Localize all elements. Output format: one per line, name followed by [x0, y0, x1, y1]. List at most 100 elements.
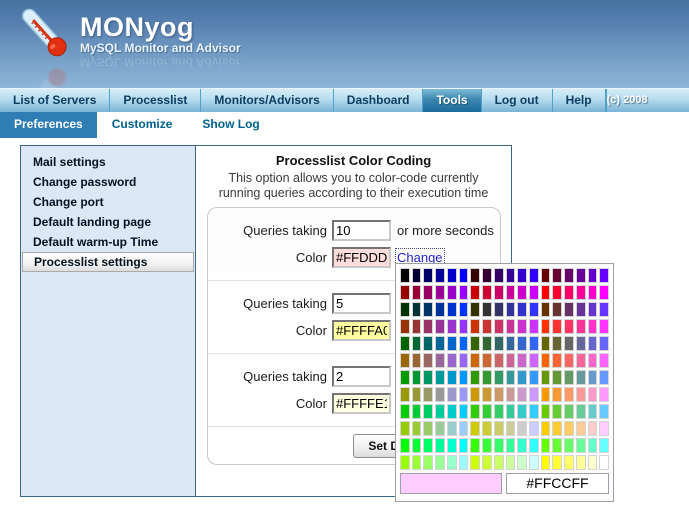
palette-swatch-336600[interactable] [470, 336, 480, 351]
palette-swatch-cc3333[interactable] [482, 319, 492, 334]
palette-swatch-cc00cc[interactable] [517, 285, 527, 300]
palette-swatch-ff6666[interactable] [564, 353, 574, 368]
palette-swatch-00ff66[interactable] [423, 438, 433, 453]
sidebar-item-mail-settings[interactable]: Mail settings [21, 152, 195, 172]
palette-swatch-99cccc[interactable] [447, 421, 457, 436]
palette-swatch-3399ff[interactable] [529, 370, 539, 385]
palette-swatch-ffcc66[interactable] [564, 421, 574, 436]
palette-swatch-66ffff[interactable] [599, 438, 609, 453]
palette-swatch-993399[interactable] [435, 319, 445, 334]
palette-swatch-ffcc00[interactable] [541, 421, 551, 436]
palette-swatch-990099[interactable] [435, 285, 445, 300]
palette-swatch-ff66ff[interactable] [599, 353, 609, 368]
nav-tab-monitors-advisors[interactable]: Monitors/Advisors [201, 89, 333, 112]
palette-swatch-ff00ff[interactable] [599, 285, 609, 300]
color-hex-input[interactable] [332, 247, 391, 268]
palette-swatch-ff33cc[interactable] [588, 319, 598, 334]
palette-swatch-cc99ff[interactable] [529, 387, 539, 402]
palette-swatch-3333cc[interactable] [517, 302, 527, 317]
palette-swatch-cc6600[interactable] [470, 353, 480, 368]
palette-swatch-9966ff[interactable] [459, 353, 469, 368]
palette-swatch-6600cc[interactable] [588, 268, 598, 283]
palette-swatch-66cc66[interactable] [564, 404, 574, 419]
palette-swatch-0000cc[interactable] [447, 268, 457, 283]
palette-swatch-999999[interactable] [435, 387, 445, 402]
palette-swatch-ffcccc[interactable] [588, 421, 598, 436]
palette-swatch-99ccff[interactable] [459, 421, 469, 436]
palette-swatch-ccff99[interactable] [506, 455, 516, 470]
palette-swatch-3366ff[interactable] [529, 336, 539, 351]
palette-swatch-0033cc[interactable] [447, 302, 457, 317]
palette-swatch-33ff33[interactable] [482, 438, 492, 453]
palette-swatch-99cc33[interactable] [412, 421, 422, 436]
nav-tab-log-out[interactable]: Log out [482, 89, 553, 112]
palette-swatch-ff66cc[interactable] [588, 353, 598, 368]
palette-swatch-003366[interactable] [423, 302, 433, 317]
palette-swatch-336666[interactable] [494, 336, 504, 351]
palette-swatch-ccff33[interactable] [482, 455, 492, 470]
palette-swatch-cc6699[interactable] [506, 353, 516, 368]
nav-tab-help[interactable]: Help [553, 89, 606, 112]
palette-swatch-00cc99[interactable] [435, 404, 445, 419]
palette-swatch-99cc66[interactable] [423, 421, 433, 436]
palette-swatch-9999ff[interactable] [459, 387, 469, 402]
palette-swatch-0033ff[interactable] [459, 302, 469, 317]
palette-swatch-330000[interactable] [470, 268, 480, 283]
sidebar-item-change-password[interactable]: Change password [21, 172, 195, 192]
palette-swatch-6699ff[interactable] [599, 370, 609, 385]
palette-swatch-00ff00[interactable] [400, 438, 410, 453]
palette-swatch-cc9999[interactable] [506, 387, 516, 402]
palette-swatch-66cc99[interactable] [576, 404, 586, 419]
palette-swatch-6600ff[interactable] [599, 268, 609, 283]
palette-swatch-ffff00[interactable] [541, 455, 551, 470]
palette-swatch-333399[interactable] [506, 302, 516, 317]
sidebar-item-processlist-settings[interactable]: Processlist settings [22, 252, 194, 272]
palette-swatch-006666[interactable] [423, 336, 433, 351]
palette-swatch-666666[interactable] [564, 336, 574, 351]
palette-swatch-336699[interactable] [506, 336, 516, 351]
palette-swatch-00ffff[interactable] [459, 438, 469, 453]
palette-swatch-99ff33[interactable] [412, 455, 422, 470]
palette-swatch-ff9966[interactable] [564, 387, 574, 402]
palette-swatch-cc6666[interactable] [494, 353, 504, 368]
palette-swatch-339933[interactable] [482, 370, 492, 385]
color-hex-input[interactable] [332, 393, 391, 414]
palette-swatch-000099[interactable] [435, 268, 445, 283]
sidebar-item-default-warm-up-time[interactable]: Default warm-up Time [21, 232, 195, 252]
palette-swatch-ff00cc[interactable] [588, 285, 598, 300]
palette-swatch-cc99cc[interactable] [517, 387, 527, 402]
palette-swatch-3399cc[interactable] [517, 370, 527, 385]
palette-swatch-ff9900[interactable] [541, 387, 551, 402]
palette-swatch-cc0000[interactable] [470, 285, 480, 300]
palette-swatch-cc3366[interactable] [494, 319, 504, 334]
palette-swatch-009999[interactable] [435, 370, 445, 385]
palette-swatch-003399[interactable] [435, 302, 445, 317]
palette-swatch-000000[interactable] [400, 268, 410, 283]
palette-swatch-660066[interactable] [564, 268, 574, 283]
palette-swatch-ffffff[interactable] [599, 455, 609, 470]
palette-swatch-333366[interactable] [494, 302, 504, 317]
palette-swatch-ffff99[interactable] [576, 455, 586, 470]
palette-swatch-660000[interactable] [541, 268, 551, 283]
palette-swatch-9933ff[interactable] [459, 319, 469, 334]
palette-swatch-9900ff[interactable] [459, 285, 469, 300]
palette-swatch-669933[interactable] [552, 370, 562, 385]
palette-swatch-996699[interactable] [435, 353, 445, 368]
palette-swatch-009966[interactable] [423, 370, 433, 385]
palette-swatch-ffccff[interactable] [599, 421, 609, 436]
palette-swatch-33ffcc[interactable] [517, 438, 527, 453]
palette-swatch-33cc99[interactable] [506, 404, 516, 419]
palette-swatch-000066[interactable] [423, 268, 433, 283]
palette-swatch-cc9966[interactable] [494, 387, 504, 402]
palette-swatch-999933[interactable] [412, 387, 422, 402]
palette-swatch-660099[interactable] [576, 268, 586, 283]
palette-swatch-cc3399[interactable] [506, 319, 516, 334]
palette-swatch-669999[interactable] [576, 370, 586, 385]
palette-swatch-6666ff[interactable] [599, 336, 609, 351]
palette-swatch-0066ff[interactable] [459, 336, 469, 351]
palette-swatch-33ff99[interactable] [506, 438, 516, 453]
palette-swatch-990000[interactable] [400, 285, 410, 300]
palette-swatch-006699[interactable] [435, 336, 445, 351]
palette-swatch-ffcc99[interactable] [576, 421, 586, 436]
palette-swatch-cc66ff[interactable] [529, 353, 539, 368]
